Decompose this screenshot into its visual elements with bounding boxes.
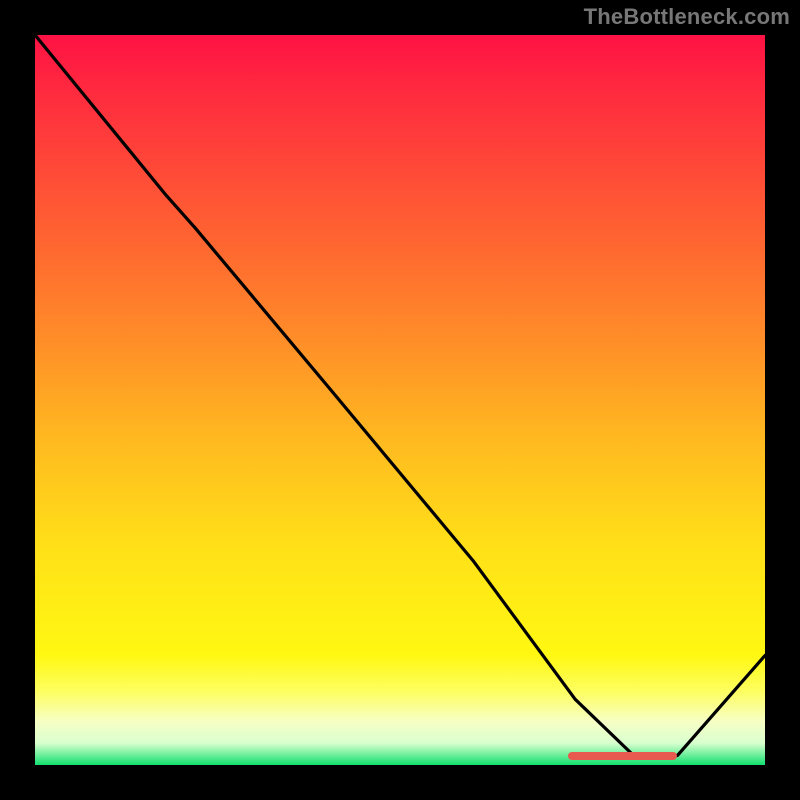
curve-layer <box>35 35 765 765</box>
watermark-text: TheBottleneck.com <box>584 4 790 30</box>
chart-root: TheBottleneck.com <box>0 0 800 800</box>
plot-area <box>35 35 765 765</box>
bottleneck-curve <box>35 35 765 756</box>
optimal-range-marker <box>568 752 678 760</box>
